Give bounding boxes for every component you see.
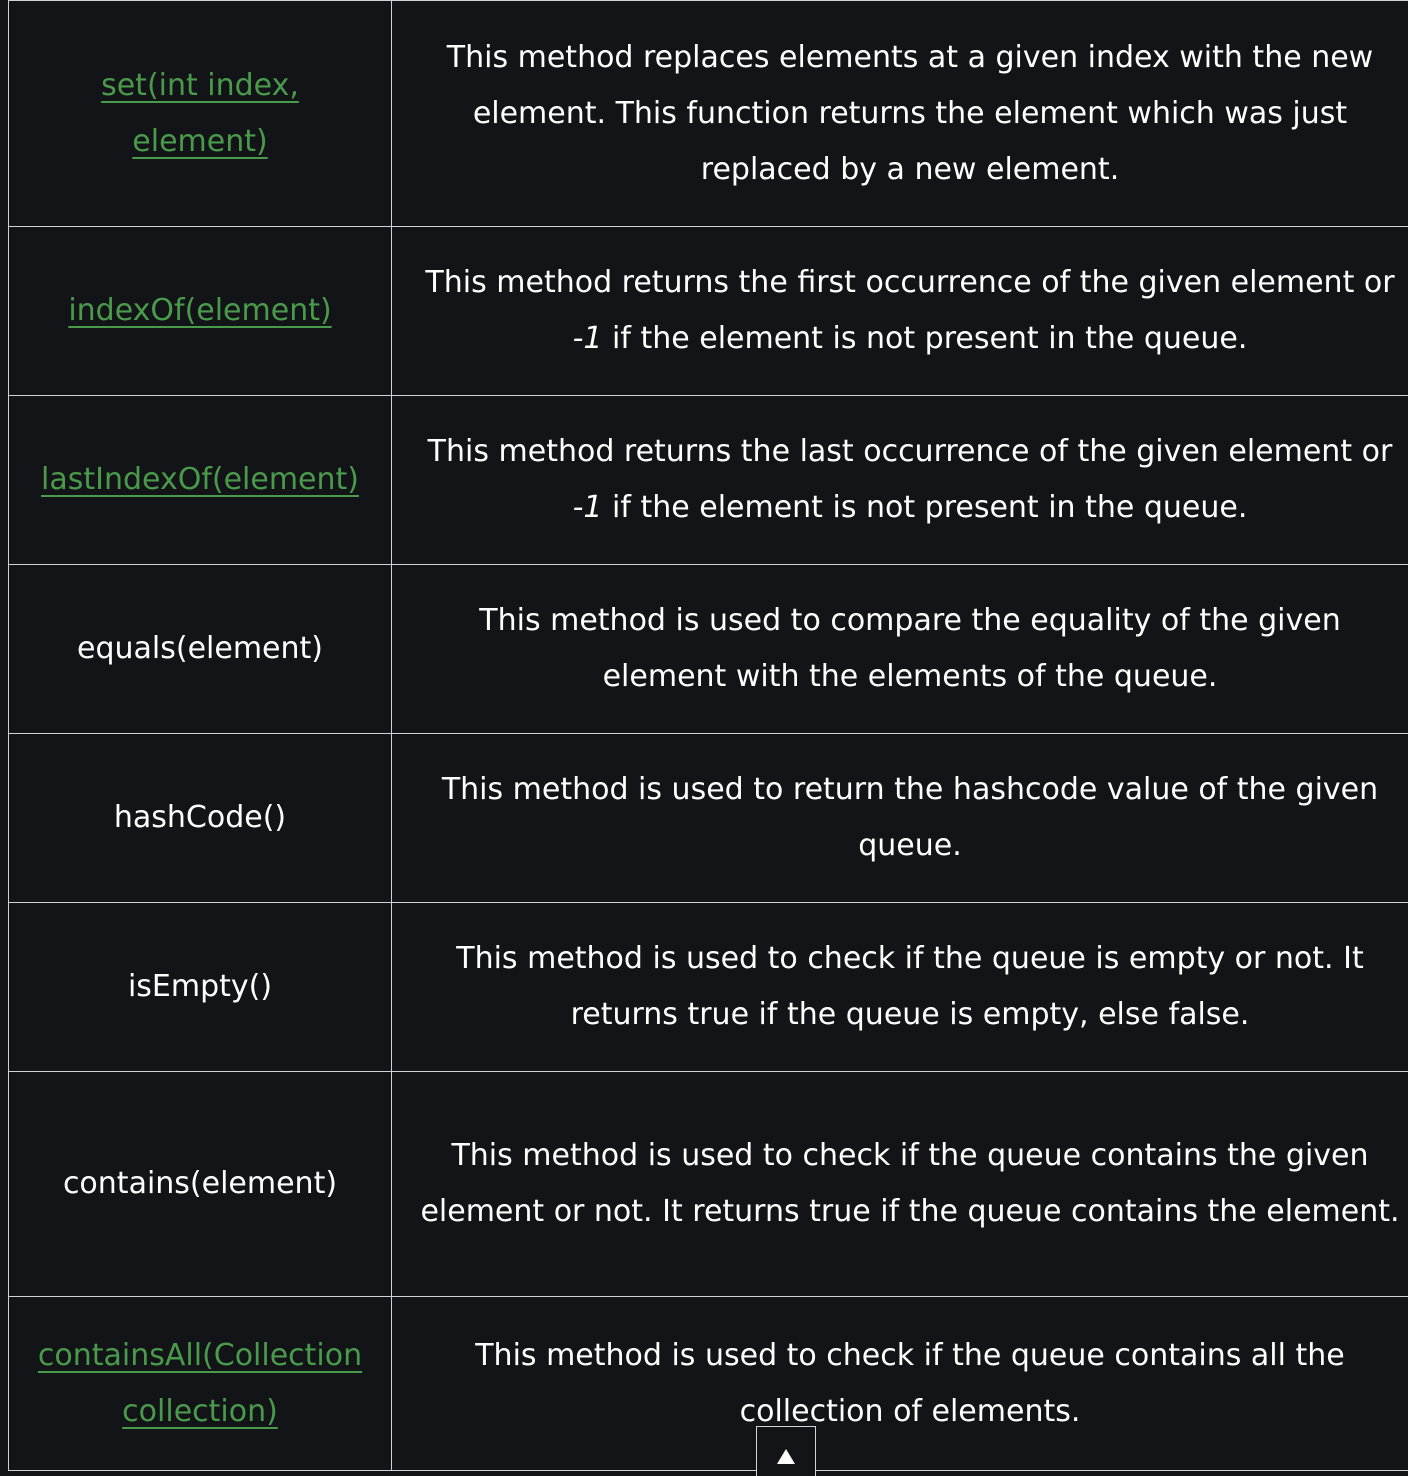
method-cell: set(int index, element) [9, 1, 392, 227]
description-text: This method returns the first occurrence… [425, 265, 1394, 300]
method-link[interactable]: indexOf(element) [68, 293, 331, 328]
description-text: if the element is not present in the que… [603, 490, 1248, 525]
method-cell: lastIndexOf(element) [9, 396, 392, 565]
method-cell: indexOf(element) [9, 227, 392, 396]
method-cell: isEmpty() [9, 903, 392, 1072]
method-name: isEmpty() [128, 969, 272, 1004]
up-arrow-icon [777, 1449, 795, 1464]
method-name: hashCode() [114, 800, 286, 835]
table-row: contains(element) This method is used to … [9, 1072, 1408, 1297]
description-text: This method replaces elements at a given… [447, 40, 1373, 187]
description-cell: This method returns the last occurrence … [392, 396, 1408, 565]
description-text: This method is used to return the hashco… [442, 772, 1378, 863]
description-text: This method is used to check if the queu… [420, 1138, 1399, 1229]
table-row: set(int index, element) This method repla… [9, 1, 1408, 227]
description-cell: This method replaces elements at a given… [392, 1, 1408, 227]
method-link[interactable]: set(int index, element) [101, 68, 299, 159]
method-name: equals(element) [77, 631, 323, 666]
description-text: This method returns the last occurrence … [428, 434, 1393, 469]
table-row: indexOf(element) This method returns the … [9, 227, 1408, 396]
description-cell: This method is used to check if the queu… [392, 1297, 1408, 1471]
method-cell: containsAll(Collection collection) [9, 1297, 392, 1471]
description-cell: This method is used to compare the equal… [392, 565, 1408, 734]
method-cell: hashCode() [9, 734, 392, 903]
description-text: This method is used to check if the queu… [475, 1338, 1345, 1429]
method-link[interactable]: lastIndexOf(element) [41, 462, 359, 497]
methods-table: set(int index, element) This method repla… [8, 0, 1408, 1471]
description-text: if the element is not present in the que… [603, 321, 1248, 356]
scroll-to-top-button[interactable] [756, 1426, 816, 1476]
description-cell: This method is used to check if the queu… [392, 1072, 1408, 1297]
description-text: This method is used to compare the equal… [479, 603, 1340, 694]
method-name: contains(element) [63, 1166, 337, 1201]
description-text: This method is used to check if the queu… [456, 941, 1363, 1032]
description-cell: This method is used to return the hashco… [392, 734, 1408, 903]
table-row: equals(element) This method is used to co… [9, 565, 1408, 734]
description-cell: This method is used to check if the queu… [392, 903, 1408, 1072]
table-row: containsAll(Collection collection) This m… [9, 1297, 1408, 1471]
table-row: isEmpty() This method is used to check if… [9, 903, 1408, 1072]
methods-table-body: set(int index, element) This method repla… [9, 1, 1408, 1471]
table-row: hashCode() This method is used to return … [9, 734, 1408, 903]
description-code: -1 [573, 490, 603, 525]
method-cell: equals(element) [9, 565, 392, 734]
description-code: -1 [573, 321, 603, 356]
method-cell: contains(element) [9, 1072, 392, 1297]
table-row: lastIndexOf(element) This method returns … [9, 396, 1408, 565]
description-cell: This method returns the first occurrence… [392, 227, 1408, 396]
method-link[interactable]: containsAll(Collection collection) [38, 1338, 362, 1429]
